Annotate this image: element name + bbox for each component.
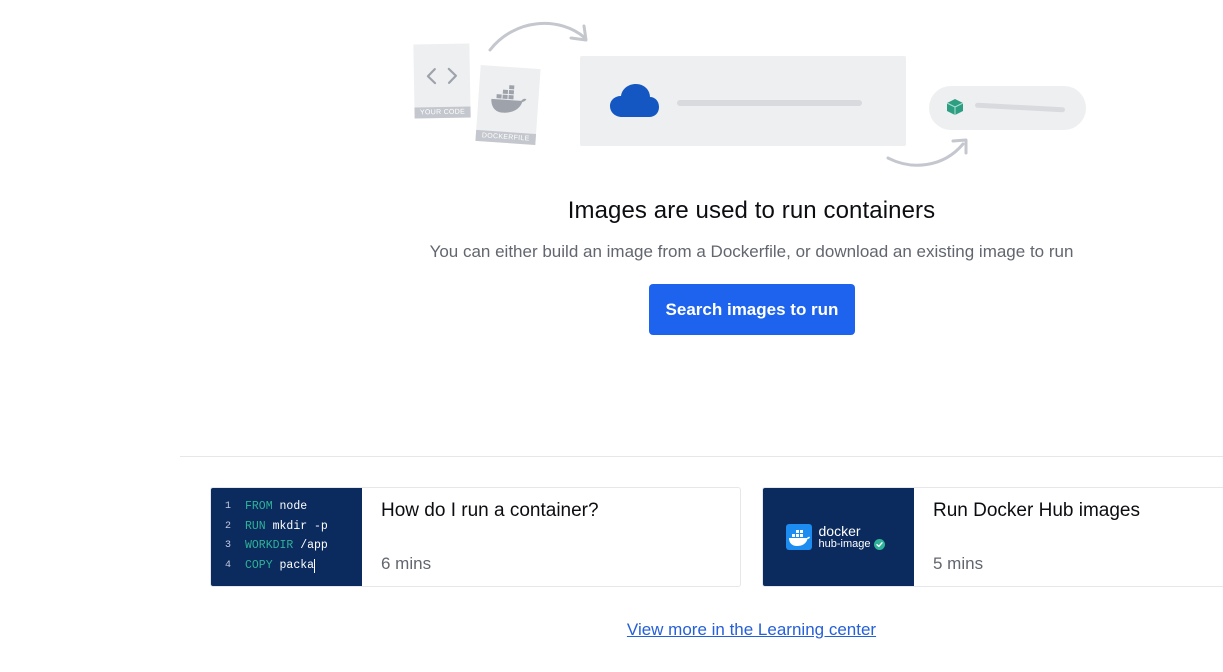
text-caret (314, 558, 316, 573)
docker-whale-icon (785, 523, 812, 550)
search-images-button[interactable]: Search images to run (649, 284, 855, 335)
card-title: How do I run a container? (381, 500, 599, 521)
code-brackets-icon (424, 44, 459, 108)
learning-card-run-container[interactable]: 1 FROM node 2 RUN mkdir -p 3 WORKDIR /app 4… (210, 487, 741, 587)
your-code-label: YOUR CODE (414, 106, 471, 119)
code-snippet-thumbnail: 1 FROM node 2 RUN mkdir -p 3 WORKDIR /app 4… (211, 488, 362, 586)
curved-arrow-icon (488, 21, 588, 52)
card-duration: 5 mins (933, 554, 984, 573)
your-code-file-card: YOUR CODE (413, 43, 471, 119)
learning-center-link[interactable]: View more in the Learning center (0, 620, 1223, 640)
learning-card-docker-hub[interactable]: docker hub-image Run Docker Hub images 5… (762, 487, 1223, 587)
code-line: 1 FROM node (225, 500, 308, 513)
docker-hub-thumbnail: docker hub-image (763, 488, 914, 586)
container-pill (929, 86, 1086, 130)
empty-state-subtitle: You can either build an image from a Doc… (429, 242, 1074, 261)
section-divider (180, 456, 1223, 457)
placeholder-bar (974, 102, 1066, 113)
card-title: Run Docker Hub images (933, 500, 1140, 521)
card-duration: 6 mins (381, 554, 432, 573)
dockerfile-label: DOCKERFILE (475, 129, 537, 146)
verified-check-icon (874, 538, 886, 550)
hub-image-label: hub-image (818, 537, 871, 550)
code-line: 3 WORKDIR /app (225, 539, 328, 553)
placeholder-bar (677, 100, 862, 106)
card-body: How do I run a container? 6 mins (362, 488, 740, 586)
dockerfile-file-card: DOCKERFILE (475, 64, 541, 146)
container-cube-icon (946, 99, 964, 115)
build-panel (580, 56, 906, 146)
empty-state-illustration: YOUR CODE DOCKERFILE (405, 10, 1095, 180)
curved-arrow-icon (886, 138, 968, 167)
code-line: 2 RUN mkdir -p (225, 519, 328, 533)
cloud-icon (610, 84, 659, 117)
empty-state-title: Images are used to run containers (567, 197, 936, 224)
docker-hub-logo: docker hub-image (785, 522, 886, 550)
docker-whale-icon (486, 66, 530, 134)
docker-wordmark: docker (818, 522, 861, 539)
code-line: 4 COPY packa (225, 558, 316, 573)
card-body: Run Docker Hub images 5 mins (914, 488, 1223, 586)
